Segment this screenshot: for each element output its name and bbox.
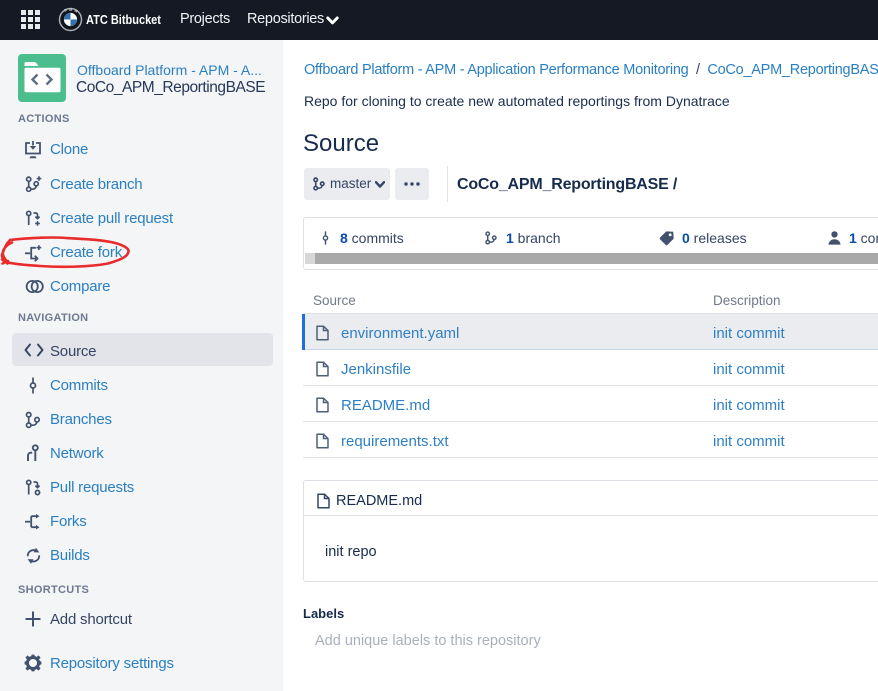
- svg-text:M: M: [69, 8, 72, 12]
